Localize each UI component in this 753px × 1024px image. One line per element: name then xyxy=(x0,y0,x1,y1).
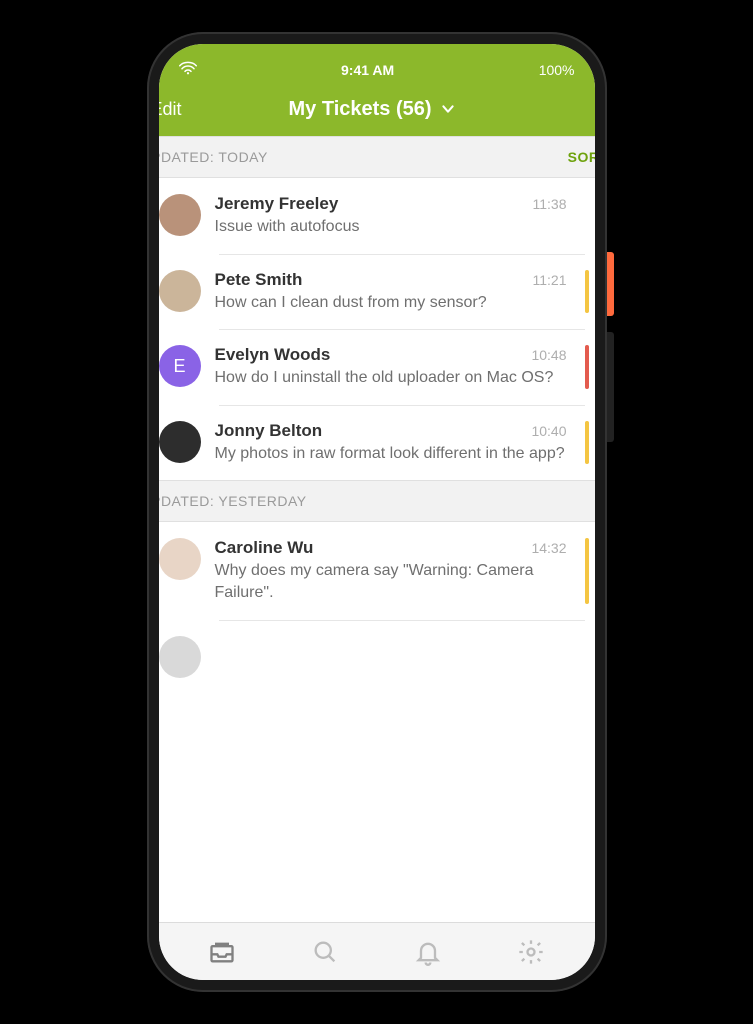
ticket-row[interactable] xyxy=(159,620,595,678)
phone-side-accent xyxy=(607,252,614,316)
section-header: UPDATED: TODAY SORT xyxy=(159,136,595,178)
priority-flag xyxy=(585,345,589,389)
avatar xyxy=(159,538,201,580)
ticket-subject: My photos in raw format look different i… xyxy=(215,443,569,465)
ticket-time: 11:38 xyxy=(533,196,567,212)
edit-button[interactable]: Edit xyxy=(159,93,186,126)
avatar: E xyxy=(159,345,201,387)
ticket-time: 10:48 xyxy=(531,347,566,363)
tab-notifications[interactable] xyxy=(414,938,442,966)
avatar xyxy=(159,421,201,463)
priority-flag xyxy=(585,421,589,465)
ticket-subject: How do I uninstall the old uploader on M… xyxy=(215,367,569,389)
priority-flag xyxy=(585,538,589,603)
tab-search[interactable] xyxy=(311,938,339,966)
view-selector[interactable]: My Tickets (56) xyxy=(186,98,559,121)
avatar xyxy=(159,636,201,678)
sort-button[interactable]: SORT xyxy=(568,149,595,165)
ticket-requester: Jonny Belton xyxy=(215,421,323,441)
tabbar xyxy=(159,922,595,980)
ticket-time: 14:32 xyxy=(531,540,566,556)
inbox-icon xyxy=(208,938,236,966)
ticket-requester: Jeremy Freeley xyxy=(215,194,339,214)
priority-flag xyxy=(585,270,589,314)
status-time: 9:41 AM xyxy=(197,62,539,78)
ticket-row[interactable]: Caroline Wu 14:32 Why does my camera say … xyxy=(159,522,595,619)
bell-icon xyxy=(414,938,442,966)
ticket-time: 10:40 xyxy=(531,423,566,439)
priority-flag xyxy=(585,194,589,238)
ticket-requester: Caroline Wu xyxy=(215,538,314,558)
screen: 9:41 AM 100% Edit My Tickets (56) UPDATE… xyxy=(159,44,595,980)
phone-frame: 9:41 AM 100% Edit My Tickets (56) UPDATE… xyxy=(147,32,607,992)
avatar-initial: E xyxy=(173,356,185,377)
section-label: UPDATED: TODAY xyxy=(159,149,268,165)
section-label: UPDATED: YESTERDAY xyxy=(159,493,307,509)
view-title: My Tickets (56) xyxy=(289,98,432,121)
avatar xyxy=(159,270,201,312)
tab-settings[interactable] xyxy=(517,938,545,966)
ticket-subject: Issue with autofocus xyxy=(215,216,569,238)
ticket-requester: Pete Smith xyxy=(215,270,303,290)
avatar xyxy=(159,194,201,236)
ticket-row[interactable]: E Evelyn Woods 10:48 How do I uninstall t… xyxy=(159,329,595,405)
tab-tickets[interactable] xyxy=(208,938,236,966)
ticket-list[interactable]: UPDATED: TODAY SORT Jeremy Freeley 11:38 … xyxy=(159,136,595,922)
search-icon xyxy=(311,938,339,966)
ticket-row[interactable]: Pete Smith 11:21 How can I clean dust fro… xyxy=(159,254,595,330)
phone-side-button xyxy=(607,332,614,442)
gear-icon xyxy=(517,938,545,966)
wifi-icon xyxy=(179,61,197,78)
ticket-requester: Evelyn Woods xyxy=(215,345,331,365)
ticket-row[interactable]: Jonny Belton 10:40 My photos in raw forma… xyxy=(159,405,595,481)
chevron-down-icon xyxy=(440,101,456,117)
ticket-time: 11:21 xyxy=(533,272,567,288)
topbar: Edit My Tickets (56) xyxy=(159,82,595,136)
ticket-subject: Why does my camera say "Warning: Camera … xyxy=(215,560,569,603)
status-bar: 9:41 AM 100% xyxy=(159,44,595,82)
ticket-row[interactable]: Jeremy Freeley 11:38 Issue with autofocus xyxy=(159,178,595,254)
ticket-subject: How can I clean dust from my sensor? xyxy=(215,292,569,314)
section-header: UPDATED: YESTERDAY xyxy=(159,480,595,522)
status-battery: 100% xyxy=(539,62,575,78)
